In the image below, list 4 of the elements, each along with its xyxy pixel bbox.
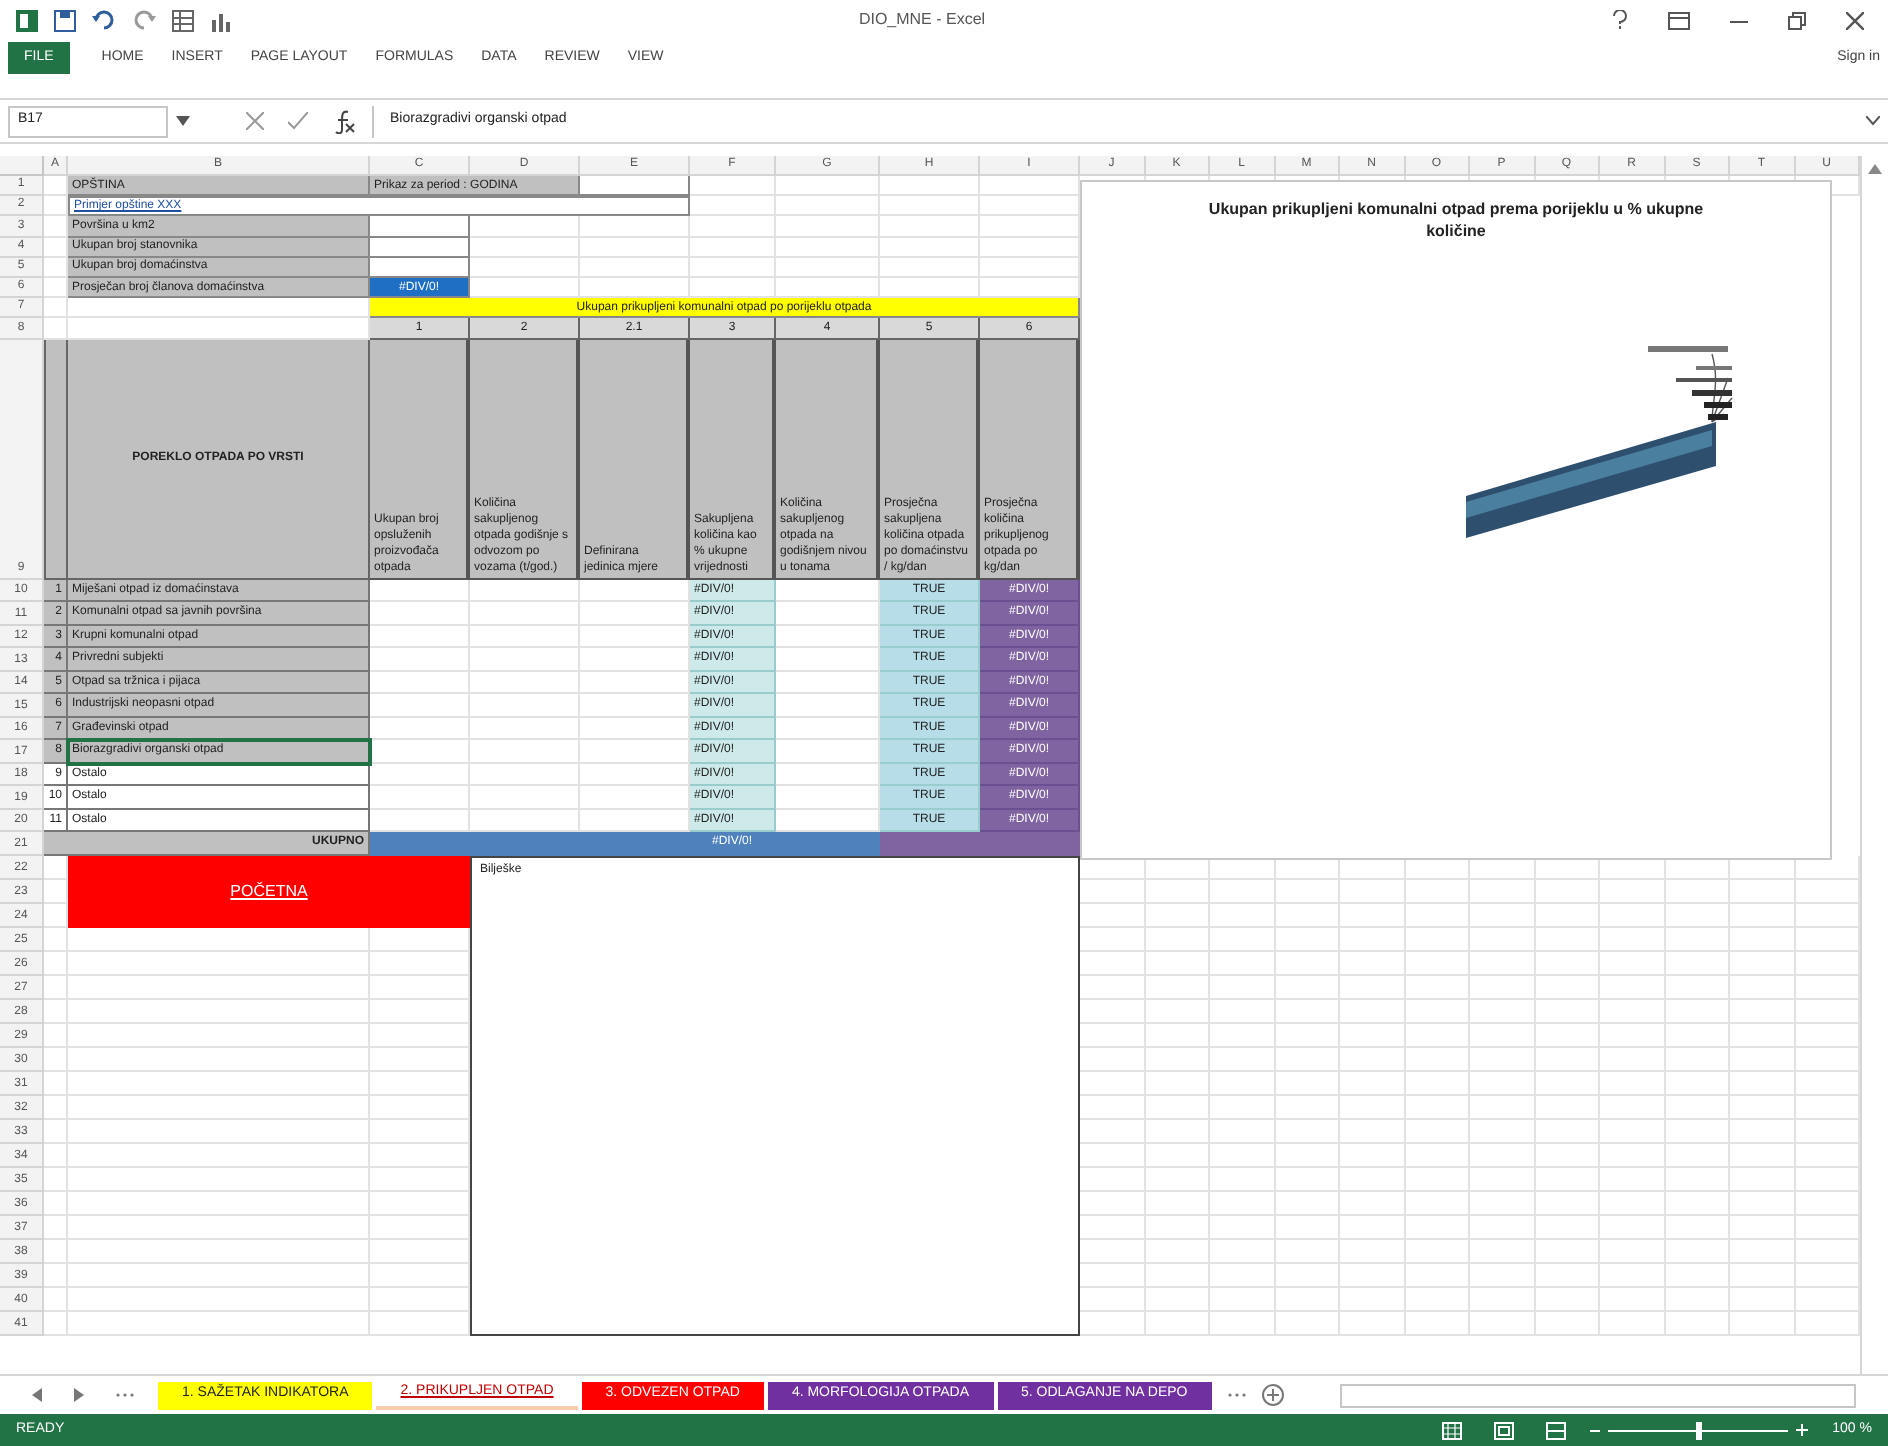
home-button[interactable]: POČETNA xyxy=(68,855,470,927)
chart-title: Ukupan prikupljeni komunalni otpad prema porijeklu u % ukupne količine xyxy=(1206,198,1706,242)
window-title: DIO_MNE - Excel xyxy=(858,8,986,32)
chart-area[interactable]: Ukupan prikupljeni komunalni otpad prema porijeklu u % ukupne količine xyxy=(1080,180,1832,860)
